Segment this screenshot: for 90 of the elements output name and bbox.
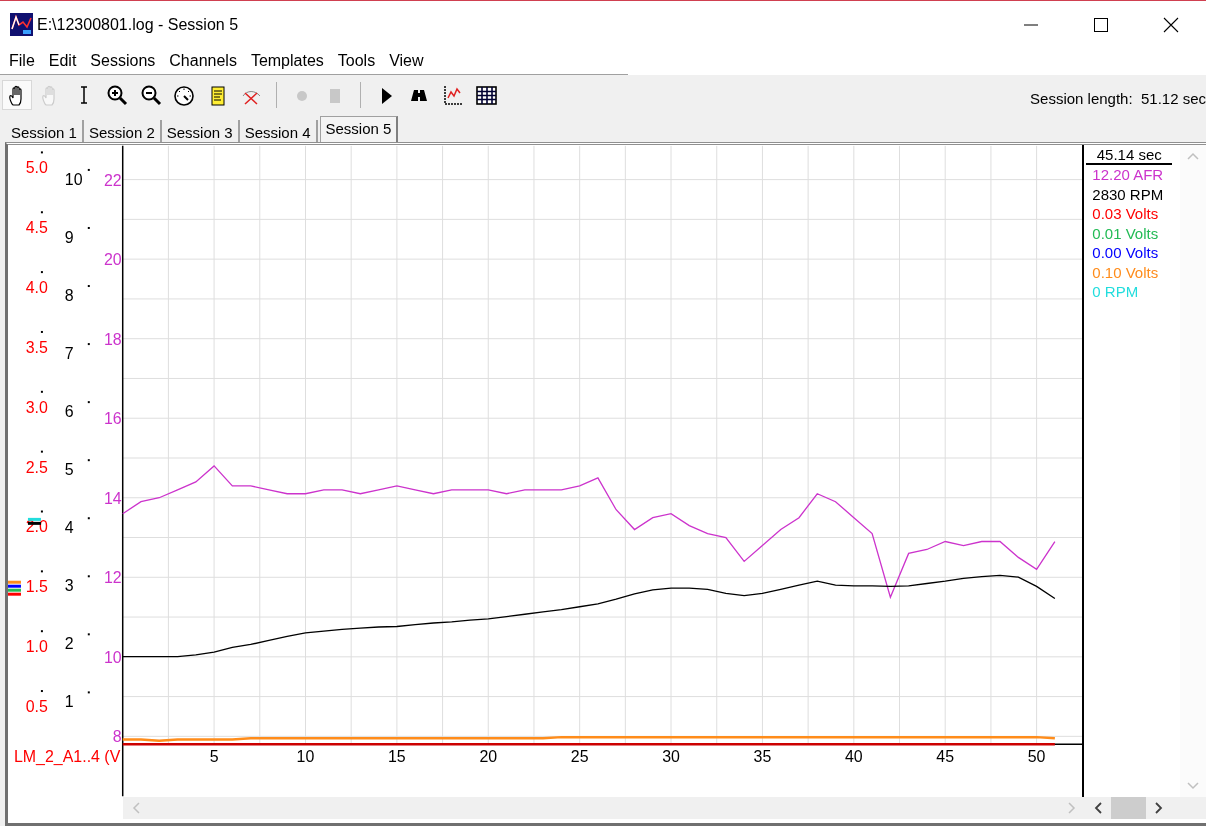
y-tick-label: 9	[64, 228, 74, 246]
channel-readout: 0.10 Volts	[1091, 262, 1160, 282]
menu-item[interactable]: Channels	[162, 48, 244, 74]
x-tick-label: 40	[844, 748, 863, 766]
y-tick-label: 18	[104, 330, 122, 348]
app-icon	[10, 13, 33, 36]
menu-item[interactable]: Sessions	[83, 48, 163, 74]
scroll-thumb[interactable]	[1111, 797, 1146, 819]
scroll-right-icon[interactable]	[1152, 802, 1164, 814]
y-tick-label: 12	[104, 569, 122, 587]
x-tick-label: 25	[570, 748, 589, 766]
y-tick-label: 4.0	[25, 279, 48, 297]
tick-mark	[40, 271, 43, 274]
y-tick-label: 3.5	[25, 338, 48, 356]
tick-mark	[87, 227, 90, 229]
y-tick-label: 2.5	[25, 458, 48, 476]
legend-scrollbar[interactable]	[1085, 797, 1206, 819]
y-tick-label: 1	[64, 693, 74, 711]
tick-mark	[40, 330, 43, 333]
y-tick-label: 4.5	[25, 219, 48, 237]
close-icon[interactable]	[1162, 15, 1180, 34]
y-tick-label: 8	[64, 287, 74, 304]
y-tick-label: 7	[64, 345, 74, 363]
y-tick-label: 1.5	[25, 578, 48, 596]
y-tick-label: 10	[64, 170, 83, 188]
axis-title: LM_2_A1..4 (V	[14, 748, 121, 766]
x-tick-label: 50	[1027, 748, 1046, 766]
tick-mark	[87, 401, 90, 404]
tick-mark	[40, 151, 43, 154]
tick-mark	[40, 211, 43, 214]
tick-mark	[87, 633, 90, 636]
channel-readout: 0.01 Volts	[1091, 223, 1160, 243]
menu-item[interactable]: View	[382, 48, 431, 74]
table-icon	[475, 83, 498, 107]
channel-readout: 2830 RPM	[1091, 184, 1165, 204]
tick-mark	[87, 575, 90, 578]
tool-button[interactable]	[2, 80, 32, 110]
channel-readout: 0.03 Volts	[1091, 204, 1160, 224]
session-length: Session length: 51.12 sec	[1030, 89, 1206, 107]
scatter-plot-icon	[441, 83, 465, 107]
x-tick-label: 35	[753, 748, 772, 766]
tick-mark	[87, 285, 90, 288]
y-tick-label: 16	[104, 410, 122, 428]
y-tick-label: 0.5	[25, 698, 48, 715]
channel-readout: 0 RPM	[1091, 282, 1140, 302]
y-tick-label: 20	[104, 251, 122, 269]
tick-mark	[87, 343, 90, 346]
y-tick-label: 10	[104, 648, 122, 666]
tick-mark	[87, 691, 90, 694]
tick-mark	[87, 168, 90, 171]
tick-mark	[87, 459, 90, 462]
channel-readout: 0.00 Volts	[1091, 243, 1160, 263]
tick-mark	[87, 517, 90, 520]
y-tick-label: 5.0	[25, 159, 48, 177]
y-tick-label: 5	[64, 461, 74, 479]
tick-mark	[40, 630, 43, 633]
channel-readout: 12.20 AFR	[1091, 165, 1165, 185]
text-cursor-icon	[80, 86, 88, 104]
y-tick-label: 4	[64, 519, 74, 537]
y-tick-label: 3.0	[25, 398, 48, 416]
session-tab[interactable]: Session 5	[319, 116, 399, 142]
tick-mark	[40, 390, 43, 393]
tick-mark	[40, 690, 43, 693]
tick-mark	[40, 510, 43, 513]
zoom-out-icon	[139, 83, 163, 107]
y-tick-label: 6	[64, 403, 74, 421]
cursor-time: 45.14 sec	[1086, 147, 1173, 165]
menu-item[interactable]: Edit	[41, 48, 84, 74]
x-tick-label: 15	[388, 748, 406, 766]
y-tick-label: 1.0	[25, 638, 48, 656]
y-tick-label: 8	[112, 728, 122, 746]
x-tick-label: 45	[936, 748, 955, 766]
x-tick-label: 30	[662, 748, 680, 766]
y-tick-label: 14	[104, 489, 122, 507]
x-tick-label: 10	[296, 748, 315, 766]
y-tick-label: 3	[64, 577, 74, 595]
tick-mark	[40, 570, 43, 573]
scroll-left-icon[interactable]	[1093, 802, 1105, 814]
zoom-in-icon	[106, 83, 129, 107]
menu-item[interactable]: Tools	[330, 48, 383, 74]
window-title: E:\12300801.log - Session 5	[37, 15, 240, 34]
x-tick-label: 20	[479, 748, 498, 766]
maximize-icon[interactable]	[1092, 15, 1110, 34]
y-tick-label: 2	[64, 635, 74, 653]
tick-mark	[40, 450, 43, 453]
gauge-icon	[173, 83, 196, 107]
x-tick-label: 5	[209, 748, 219, 766]
y-tick-label: 22	[104, 171, 122, 189]
menu-item[interactable]: Templates	[243, 48, 331, 74]
menu-item[interactable]: File	[2, 48, 42, 74]
